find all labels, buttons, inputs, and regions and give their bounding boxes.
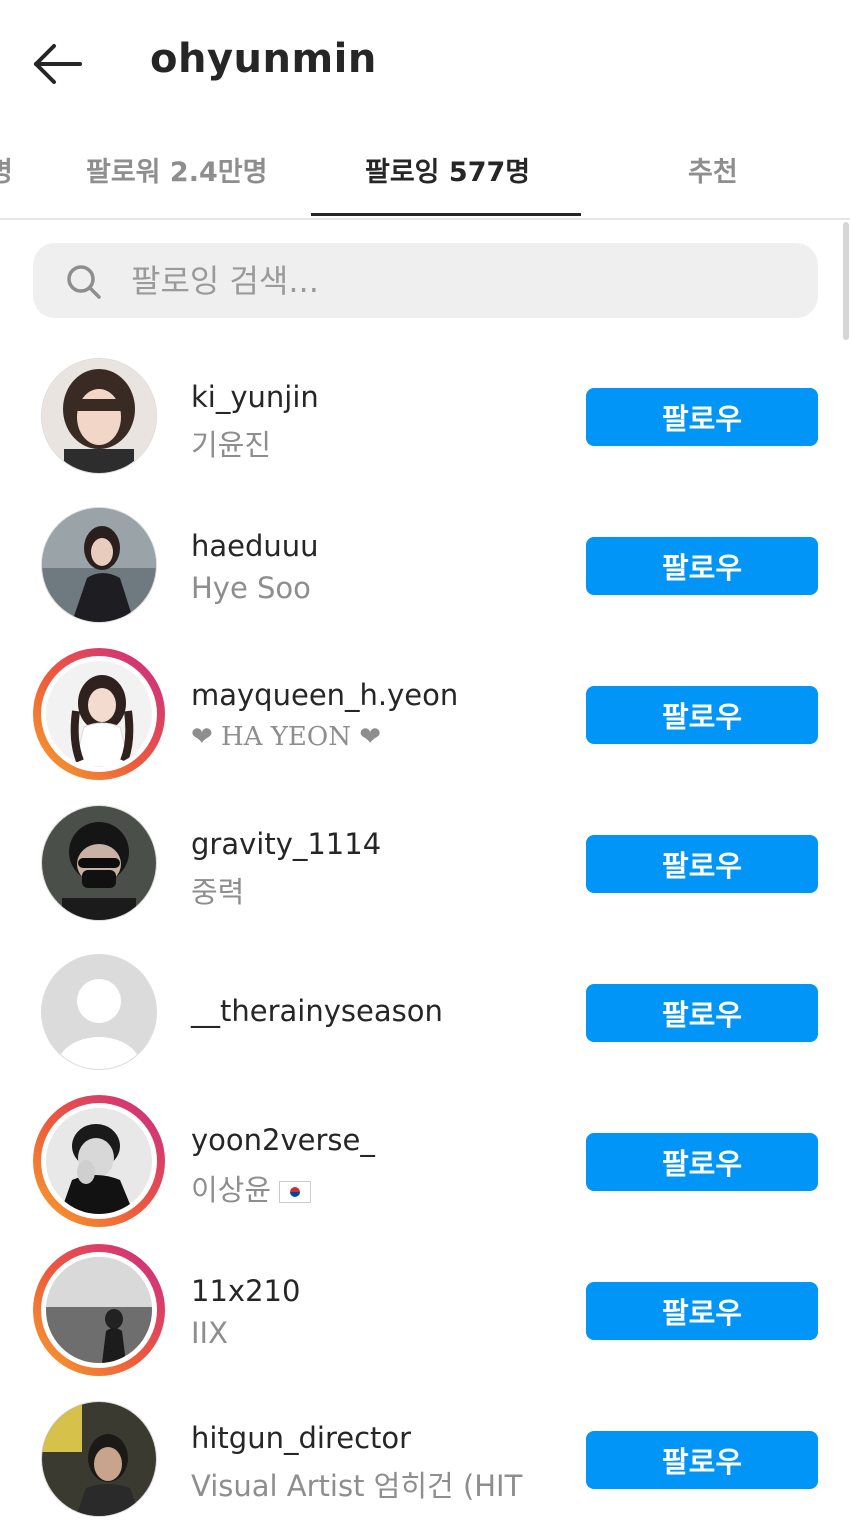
tab-bar: 명 팔로워 2.4만명 팔로잉 577명 추천 — [0, 130, 850, 220]
tab-following[interactable]: 팔로잉 577명 — [365, 150, 530, 194]
korea-flag-icon — [279, 1181, 312, 1203]
profile-photo — [42, 359, 156, 473]
username[interactable]: ki_yunjin — [191, 380, 319, 414]
avatar[interactable] — [33, 499, 165, 631]
username[interactable]: haeduuu — [191, 529, 319, 563]
tab-followers[interactable]: 팔로워 2.4만명 — [86, 150, 267, 194]
default-avatar-icon — [42, 955, 156, 1069]
profile-photo — [42, 1402, 156, 1516]
display-name: 기윤진 — [191, 428, 272, 462]
display-name: ❤ HA YEON ❤ — [191, 722, 382, 752]
display-name: IIX — [191, 1316, 228, 1350]
list-item[interactable]: haeduuu Hye Soo 팔로우 — [0, 491, 850, 639]
follow-button[interactable]: 팔로우 — [586, 388, 818, 446]
username[interactable]: hitgun_director — [191, 1421, 411, 1455]
display-name: Visual Artist 엄히건 (HIT — [191, 1469, 523, 1503]
display-name: Hye Soo — [191, 571, 311, 605]
search-bar[interactable] — [33, 243, 818, 318]
username[interactable]: mayqueen_h.yeon — [191, 678, 458, 712]
top-bar: ohyunmin — [0, 0, 850, 130]
username[interactable]: 11x210 — [191, 1274, 300, 1308]
avatar[interactable] — [33, 946, 165, 1078]
avatar[interactable] — [33, 1393, 165, 1525]
follow-button[interactable]: 팔로우 — [586, 686, 818, 744]
arrow-left-icon — [34, 44, 82, 84]
follow-button[interactable]: 팔로우 — [586, 537, 818, 595]
list-item[interactable]: yoon2verse_ 이상윤 팔로우 — [0, 1087, 850, 1235]
profile-photo — [42, 806, 156, 920]
list-item[interactable]: hitgun_director Visual Artist 엄히건 (HIT 팔… — [0, 1385, 850, 1533]
follow-button[interactable]: 팔로우 — [586, 984, 818, 1042]
follow-button[interactable]: 팔로우 — [586, 835, 818, 893]
active-tab-indicator — [311, 213, 581, 216]
profile-photo — [46, 1108, 152, 1214]
username[interactable]: yoon2verse_ — [191, 1123, 375, 1157]
profile-photo — [42, 508, 156, 622]
avatar-story-ring[interactable] — [33, 1244, 165, 1376]
list-item[interactable]: mayqueen_h.yeon ❤ HA YEON ❤ 팔로우 — [0, 640, 850, 788]
back-button[interactable] — [30, 40, 86, 90]
search-icon — [67, 265, 101, 299]
list-item[interactable]: __therainyseason 팔로우 — [0, 938, 850, 1086]
avatar[interactable] — [33, 350, 165, 482]
follow-button[interactable]: 팔로우 — [586, 1431, 818, 1489]
follow-button[interactable]: 팔로우 — [586, 1133, 818, 1191]
tab-partial[interactable]: 명 — [0, 150, 13, 194]
tab-suggested[interactable]: 추천 — [688, 150, 738, 194]
display-name: 이상윤 — [191, 1173, 272, 1207]
avatar-story-ring[interactable] — [33, 648, 165, 780]
list-item[interactable]: gravity_1114 중력 팔로우 — [0, 789, 850, 937]
display-name-row: 이상윤 — [191, 1167, 312, 1209]
display-name: 중력 — [191, 875, 245, 909]
profile-photo — [46, 1257, 152, 1363]
avatar[interactable] — [33, 797, 165, 929]
username[interactable]: gravity_1114 — [191, 827, 381, 861]
search-input[interactable] — [131, 253, 771, 308]
scrollbar[interactable] — [843, 222, 849, 340]
username[interactable]: __therainyseason — [191, 994, 443, 1028]
list-item[interactable]: ki_yunjin 기윤진 팔로우 — [0, 342, 850, 490]
profile-photo — [46, 661, 152, 767]
avatar-story-ring[interactable] — [33, 1095, 165, 1227]
follow-button[interactable]: 팔로우 — [586, 1282, 818, 1340]
list-item[interactable]: 11x210 IIX 팔로우 — [0, 1236, 850, 1384]
page-title: ohyunmin — [150, 36, 377, 82]
